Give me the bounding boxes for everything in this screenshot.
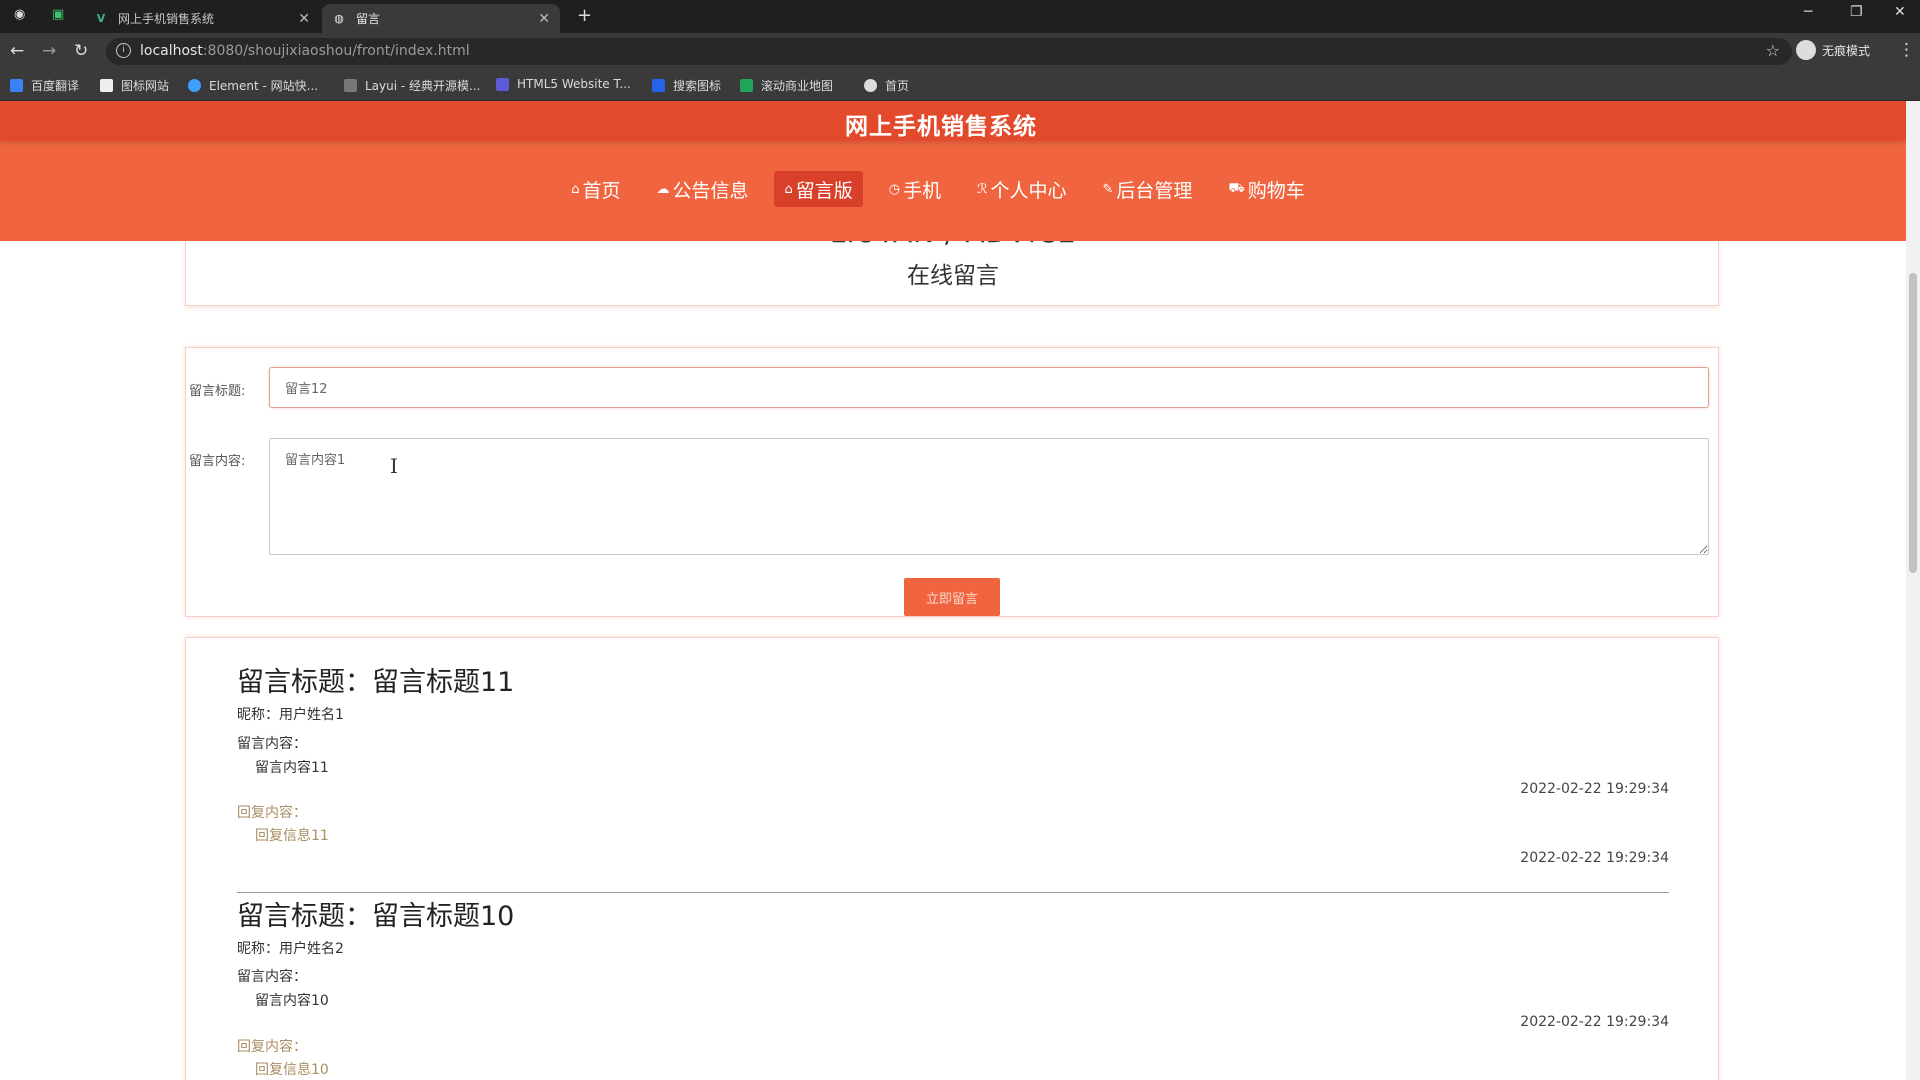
reply-content: 回复信息10 <box>255 1062 329 1078</box>
back-icon[interactable]: ← <box>10 41 24 61</box>
chrome-menu-icon[interactable]: ◉ <box>14 7 25 22</box>
main-nav: ⌂ 首页 ☁ 公告信息 ⌂ 留言版 ◷ 手机 ℛ 个人中心 ✎ 后台管理 ⛟ 购物车 <box>0 171 1906 207</box>
maximize-icon[interactable]: ❐ <box>1850 4 1863 20</box>
bookmark-item[interactable]: 首页 <box>864 77 909 94</box>
scrollbar-thumb[interactable] <box>1909 273 1917 573</box>
message-time: 2022-02-22 19:29:34 <box>1520 781 1669 797</box>
flag-icon <box>100 79 113 92</box>
message-form: 留言标题: 留言内容: 留言内容1 I 立即留言 <box>185 347 1719 617</box>
message-title: 留言标题：留言标题10 <box>237 901 515 932</box>
nav-phones[interactable]: ◷ 手机 <box>879 171 951 207</box>
message-title-input[interactable] <box>269 367 1709 408</box>
reply-time: 2022-02-22 19:29:34 <box>1520 850 1669 866</box>
message-list: 留言标题：留言标题11 昵称：用户姓名1 留言内容： 留言内容11 2022-0… <box>185 637 1719 1080</box>
message-nickname: 昵称：用户姓名2 <box>237 941 344 957</box>
close-window-icon[interactable]: ✕ <box>1894 4 1906 20</box>
browser-tab-2[interactable]: ◍ 留言 ✕ <box>322 4 560 33</box>
reply-label: 回复内容： <box>237 805 307 821</box>
nav-message-board[interactable]: ⌂ 留言版 <box>774 171 863 207</box>
bookmark-item[interactable]: Element - 网站快... <box>188 77 318 94</box>
title-label: 留言标题: <box>189 384 246 399</box>
bookmark-item[interactable]: Layui - 经典开源模... <box>344 77 480 94</box>
bookmark-item[interactable]: 滚动商业地图 <box>740 77 833 94</box>
element-logo-icon <box>188 79 201 92</box>
text-cursor-icon: I <box>390 454 398 478</box>
submit-message-button[interactable]: 立即留言 <box>904 578 1000 616</box>
browser-tab-1[interactable]: V 网上手机销售系统 ✕ <box>84 4 320 33</box>
more-menu-icon[interactable]: ⋮ <box>1898 40 1915 60</box>
message-content-textarea[interactable]: 留言内容1 <box>269 438 1709 555</box>
message-content: 留言内容10 <box>255 993 329 1009</box>
browser-toolbar: ← → ↻ i localhost:8080/shoujixiaoshou/fr… <box>0 33 1920 69</box>
nav-admin[interactable]: ✎ 后台管理 <box>1093 171 1203 207</box>
message-content-label: 留言内容： <box>237 969 307 985</box>
message-content: 留言内容11 <box>255 760 329 776</box>
message-nickname: 昵称：用户姓名1 <box>237 707 344 723</box>
cloud-icon: ☁ <box>656 181 670 197</box>
incognito-avatar-icon <box>1796 40 1816 60</box>
nav-cart[interactable]: ⛟ 购物车 <box>1218 171 1314 207</box>
bookmark-icon <box>10 79 23 92</box>
reply-content: 回复信息11 <box>255 828 329 844</box>
cart-icon: ⛟ <box>1228 180 1245 196</box>
message-item: 留言标题：留言标题10 昵称：用户姓名2 留言内容： 留言内容10 2022-0… <box>237 894 1669 1080</box>
globe-icon <box>864 79 877 92</box>
bookmarks-bar: 百度翻译 图标网站 Element - 网站快... Layui - 经典开源模… <box>0 69 1920 101</box>
home-icon: ⌂ <box>784 181 793 197</box>
message-title: 留言标题：留言标题11 <box>237 667 515 698</box>
bookmark-item[interactable]: HTML5 Website T... <box>496 77 631 91</box>
reply-label: 回复内容： <box>237 1039 307 1055</box>
nav-announcements[interactable]: ☁ 公告信息 <box>646 171 758 207</box>
page-viewport: LIUYAN / ADVICE 在线留言 网上手机销售系统 ⌂首页 ☁公告信息 … <box>0 101 1906 1080</box>
new-tab-button[interactable]: + <box>577 5 592 26</box>
search-icon <box>652 79 665 92</box>
tab-title: 网上手机销售系统 <box>118 12 215 26</box>
message-time: 2022-02-22 19:29:34 <box>1520 1014 1669 1030</box>
message-divider <box>237 892 1669 893</box>
close-tab-icon[interactable]: ✕ <box>298 11 310 27</box>
globe-icon: ◍ <box>334 12 344 25</box>
tab-title: 留言 <box>356 12 381 26</box>
heading-chinese: 在线留言 <box>907 263 999 289</box>
extension-icon[interactable]: ▣ <box>52 7 64 22</box>
bookmark-item[interactable]: 搜索图标 <box>652 77 721 94</box>
bookmark-item[interactable]: 图标网站 <box>100 77 169 94</box>
nav-user-center[interactable]: ℛ 个人中心 <box>967 171 1076 207</box>
info-icon[interactable]: i <box>116 43 131 58</box>
forward-icon[interactable]: → <box>42 41 56 61</box>
bookmark-item[interactable]: 百度翻译 <box>10 77 79 94</box>
profile-label: 无痕模式 <box>1822 43 1871 58</box>
site-header: 网上手机销售系统 ⌂ 首页 ☁ 公告信息 ⌂ 留言版 ◷ 手机 ℛ 个人中心 ✎ 后台管理 … <box>0 101 1906 241</box>
site-title: 网上手机销售系统 <box>845 114 1037 140</box>
link-icon: ✎ <box>1102 181 1114 197</box>
user-icon: ℛ <box>977 181 988 197</box>
reload-icon[interactable]: ↻ <box>74 41 88 61</box>
profile-button[interactable]: 无痕模式 <box>1796 40 1870 60</box>
map-icon <box>740 79 753 92</box>
close-tab-icon[interactable]: ✕ <box>538 11 550 27</box>
page-scrollbar[interactable] <box>1906 101 1920 1080</box>
message-item: 留言标题：留言标题11 昵称：用户姓名1 留言内容： 留言内容11 2022-0… <box>237 660 1669 894</box>
content-label: 留言内容: <box>189 454 246 469</box>
section-heading: LIUYAN / ADVICE 在线留言 <box>185 216 1719 306</box>
html5-icon <box>496 77 509 91</box>
vue-logo-icon: V <box>96 12 106 25</box>
browser-tab-strip: ◉ ▣ V 网上手机销售系统 ✕ ◍ 留言 ✕ + ─ ❐ ✕ <box>0 0 1920 33</box>
url-text: localhost:8080/shoujixiaoshou/front/inde… <box>140 43 470 59</box>
bookmark-star-icon[interactable]: ☆ <box>1766 41 1780 60</box>
message-content-label: 留言内容： <box>237 736 307 752</box>
home-icon: ⌂ <box>571 181 580 197</box>
layui-logo-icon <box>344 79 357 92</box>
clock-icon: ◷ <box>888 181 901 197</box>
address-bar[interactable]: i localhost:8080/shoujixiaoshou/front/in… <box>106 38 1792 65</box>
nav-home[interactable]: ⌂ 首页 <box>561 171 630 207</box>
minimize-icon[interactable]: ─ <box>1804 4 1812 20</box>
title-band: 网上手机销售系统 <box>0 101 1906 141</box>
